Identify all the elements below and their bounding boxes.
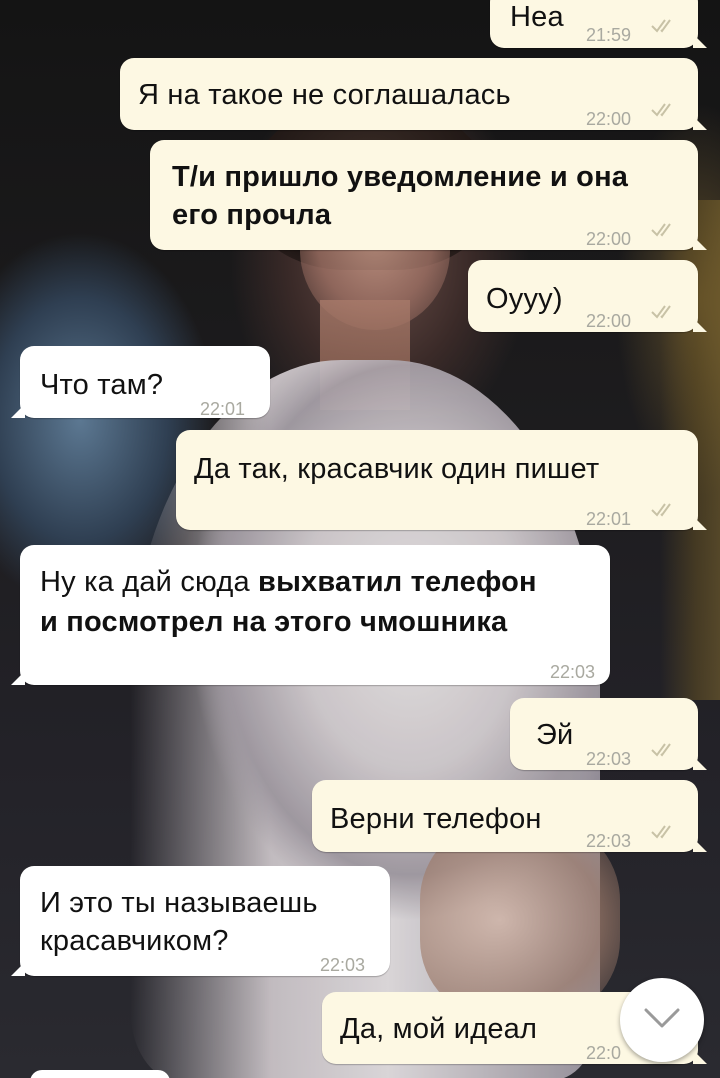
- message-incoming[interactable]: И это ты называешь красавчиком? 22:03: [11, 866, 390, 976]
- message-time: 22:00: [586, 311, 632, 331]
- double-check-icon: [651, 305, 671, 319]
- message-outgoing[interactable]: Да так, красавчик один пишет 22:01: [176, 430, 707, 530]
- scroll-down-button[interactable]: [620, 978, 704, 1062]
- message-text: Что там?: [40, 369, 164, 401]
- message-text: Оууу): [486, 283, 563, 315]
- double-check-icon: [651, 503, 671, 517]
- message-outgoing[interactable]: Эй 22:03: [510, 698, 707, 770]
- double-check-icon: [651, 825, 671, 839]
- message-time: 22:03: [550, 662, 596, 682]
- message-incoming[interactable]: Что там? 22:01: [11, 346, 270, 419]
- message-time: 22:01: [200, 399, 246, 419]
- message-incoming-partial: [30, 1070, 170, 1078]
- message-time: 21:59: [586, 25, 632, 45]
- double-check-icon: [651, 223, 671, 237]
- message-text: красавчиком?: [40, 925, 229, 957]
- double-check-icon: [651, 19, 671, 33]
- message-text: Да так, красавчик один пишет: [194, 453, 600, 485]
- message-text: Т/и пришло уведомление и она: [172, 161, 629, 193]
- message-text-line2: и посмотрел на этого чмошника: [40, 606, 508, 638]
- message-text: Верни телефон: [330, 803, 542, 835]
- message-outgoing[interactable]: Т/и пришло уведомление и она его прочла …: [150, 140, 707, 250]
- double-check-icon: [651, 743, 671, 757]
- message-incoming[interactable]: Ну ка дай сюда выхватил телефон и посмот…: [11, 545, 610, 685]
- message-outgoing[interactable]: Верни телефон 22:03: [312, 780, 707, 852]
- message-text: Да, мой идеал: [340, 1013, 538, 1045]
- message-outgoing[interactable]: Я на такое не соглашалась 22:00: [120, 58, 707, 130]
- chat-screen: Неа 21:59 Я на такое не соглашалась 22:0…: [0, 0, 720, 1078]
- message-time: 22:0: [586, 1043, 622, 1063]
- message-text: Неа: [510, 1, 564, 33]
- message-time: 22:00: [586, 229, 632, 249]
- double-check-icon: [651, 103, 671, 117]
- message-text: Эй: [536, 719, 574, 751]
- message-time: 22:00: [586, 109, 632, 129]
- message-outgoing[interactable]: Оууу) 22:00: [468, 260, 707, 332]
- message-text: Я на такое не соглашалась: [138, 79, 511, 111]
- message-time: 22:01: [586, 509, 632, 529]
- chevron-down-icon: [644, 1008, 680, 1028]
- message-outgoing[interactable]: Неа 21:59: [490, 0, 707, 48]
- message-time: 22:03: [586, 831, 632, 851]
- message-text: его прочла: [172, 199, 332, 231]
- message-time: 22:03: [320, 955, 366, 975]
- message-time: 22:03: [586, 749, 632, 769]
- message-text-line1: Ну ка дай сюда выхватил телефон: [40, 566, 537, 598]
- message-text: И это ты называешь: [40, 887, 318, 919]
